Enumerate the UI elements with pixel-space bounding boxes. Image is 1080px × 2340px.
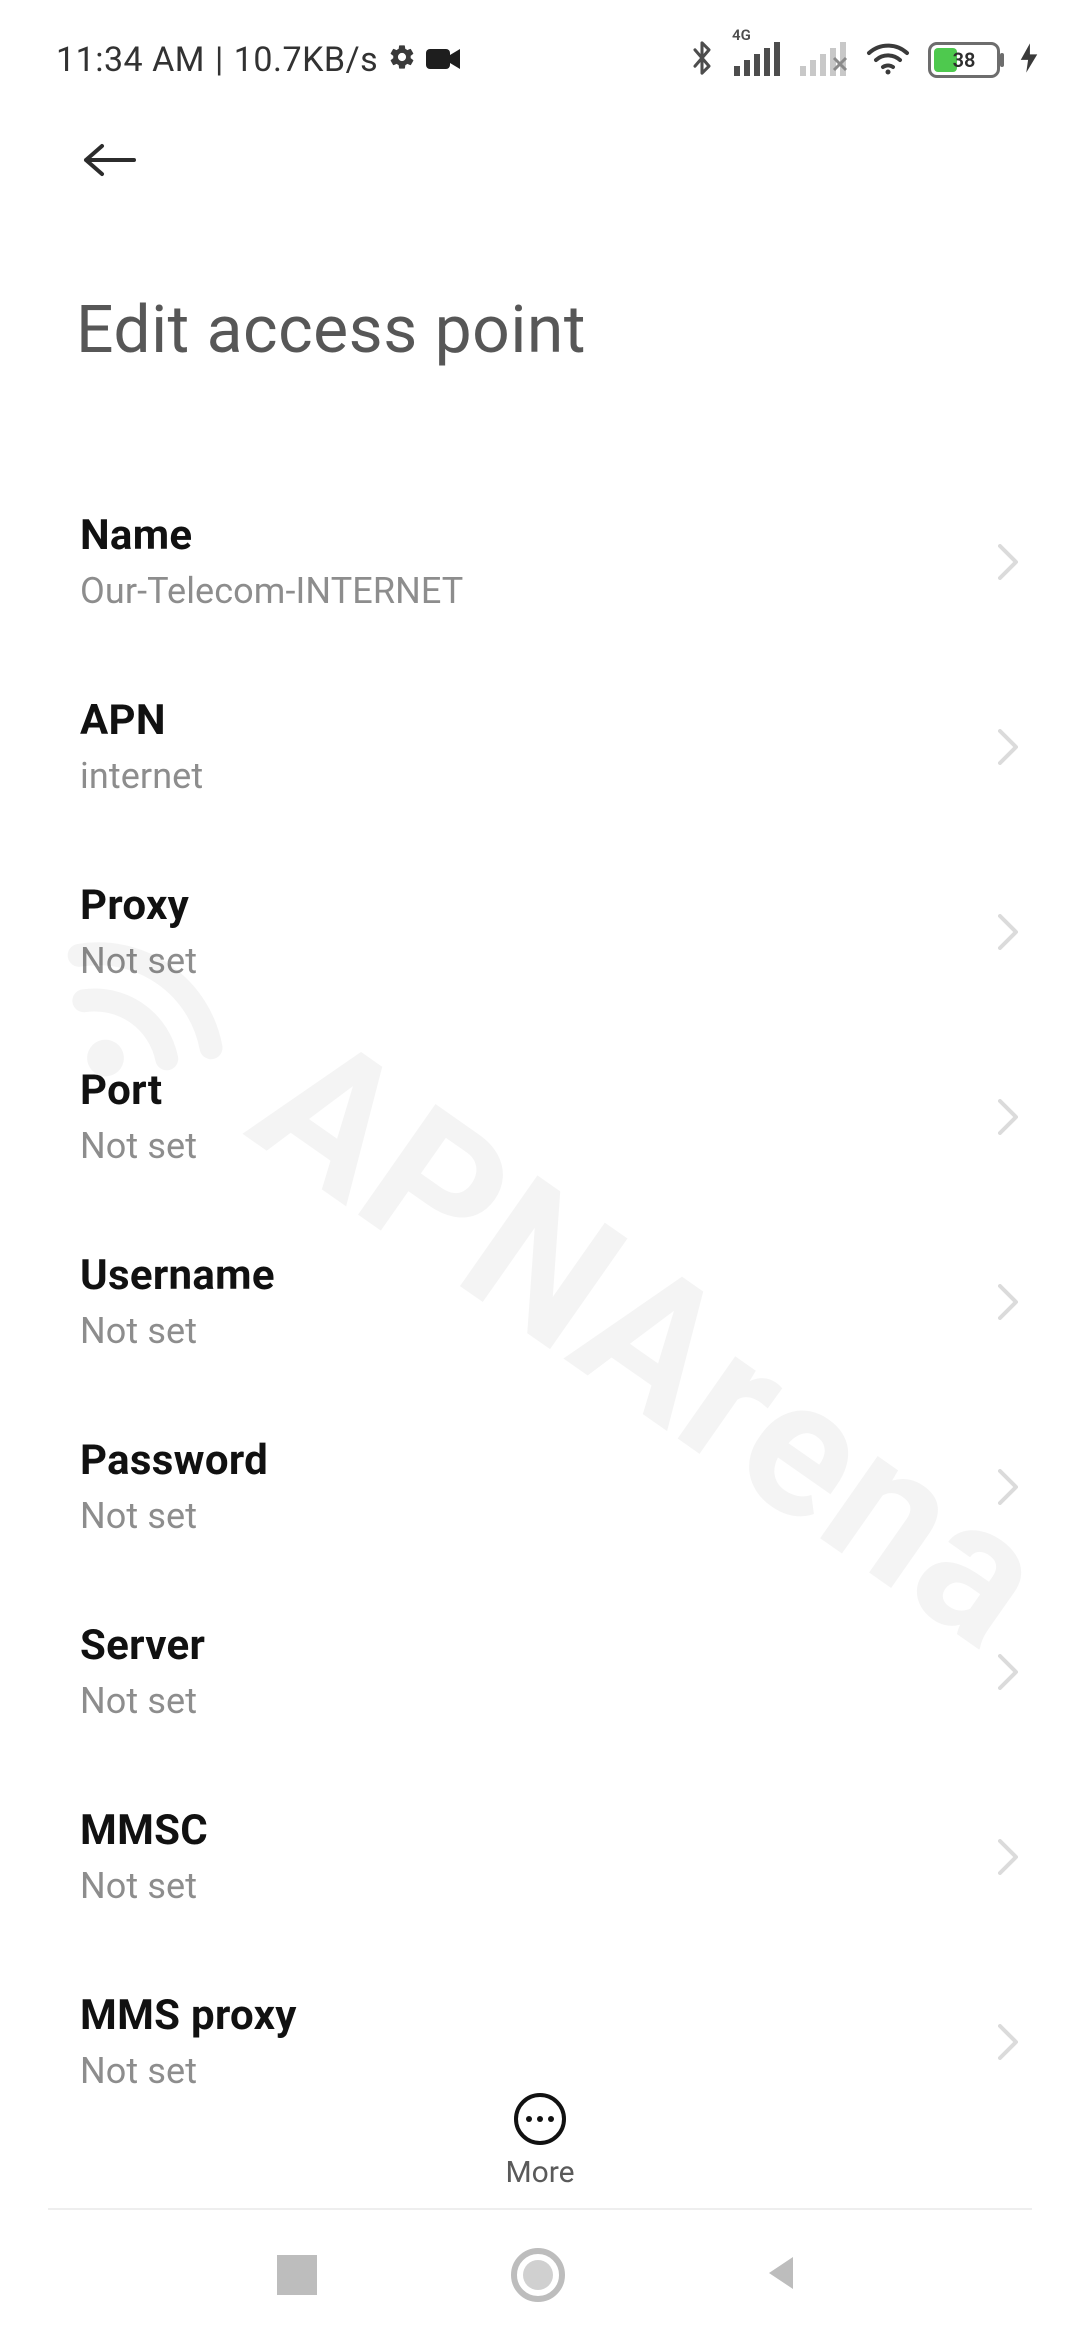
row-name[interactable]: Name Our-Telecom-INTERNET <box>0 469 1080 654</box>
row-value: Our-Telecom-INTERNET <box>80 570 970 612</box>
status-net-speed: 10.7KB/s <box>234 40 378 80</box>
status-sep: | <box>215 40 224 80</box>
row-title: MMSC <box>80 1806 970 1855</box>
battery-percentage: 38 <box>931 48 997 72</box>
signal-sim2-icon <box>800 40 848 80</box>
more-button[interactable]: More <box>505 2093 574 2190</box>
nav-back-button[interactable] <box>759 2251 803 2299</box>
chevron-right-icon <box>994 1282 1022 1322</box>
status-time: 11:34 AM <box>56 40 205 80</box>
more-icon <box>514 2093 566 2145</box>
gear-icon <box>388 40 416 80</box>
signal-net-label: 4G <box>732 26 751 44</box>
row-value: internet <box>80 755 970 797</box>
row-title: Server <box>80 1621 970 1670</box>
bluetooth-icon <box>688 39 716 81</box>
charging-icon <box>1018 43 1040 77</box>
chevron-right-icon <box>994 727 1022 767</box>
row-title: APN <box>80 696 970 745</box>
row-title: MMS proxy <box>80 1991 970 2040</box>
quick-actions-bar: More <box>0 2093 1080 2190</box>
back-button[interactable] <box>80 128 144 192</box>
chevron-right-icon <box>994 1467 1022 1507</box>
chevron-right-icon <box>994 1652 1022 1692</box>
status-bar: 11:34 AM | 10.7KB/s 4G 38 <box>0 0 1080 90</box>
row-value: Not set <box>80 1865 970 1907</box>
row-title: Name <box>80 511 970 560</box>
nav-recents-button[interactable] <box>277 2255 317 2295</box>
chevron-right-icon <box>994 1097 1022 1137</box>
page-title: Edit access point <box>0 192 1080 369</box>
battery-icon: 38 <box>928 42 1000 78</box>
row-apn[interactable]: APN internet <box>0 654 1080 839</box>
row-value: Not set <box>80 2050 970 2092</box>
camera-icon <box>426 40 460 80</box>
more-label: More <box>505 2155 574 2190</box>
chevron-right-icon <box>994 912 1022 952</box>
chevron-right-icon <box>994 1837 1022 1877</box>
wifi-icon <box>866 41 910 79</box>
row-mmsc[interactable]: MMSC Not set <box>0 1764 1080 1949</box>
navigation-bar <box>0 2210 1080 2340</box>
chevron-right-icon <box>994 542 1022 582</box>
signal-sim1-icon: 4G <box>734 40 782 80</box>
chevron-right-icon <box>994 2022 1022 2062</box>
row-value: Not set <box>80 1680 970 1722</box>
nav-home-button[interactable] <box>511 2248 565 2302</box>
